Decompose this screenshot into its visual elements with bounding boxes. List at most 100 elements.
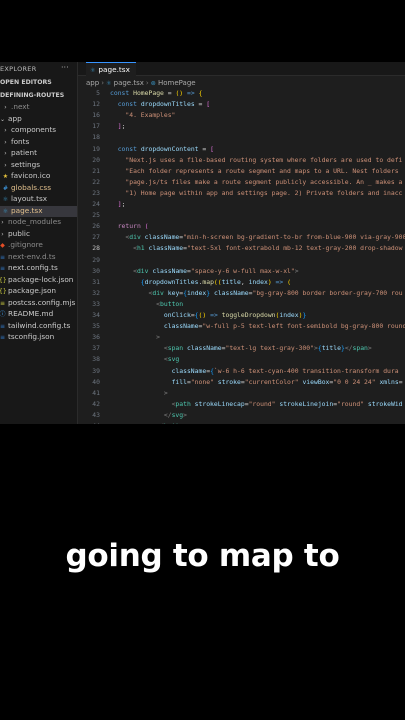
code-line[interactable]: className="w-full p-5 text-left font-sem…	[110, 322, 405, 330]
file-tree-label: components	[11, 125, 57, 134]
line-number: 29	[92, 255, 100, 264]
file-tree-item[interactable]: › .next	[2, 102, 29, 113]
file-tree-item[interactable]: ★ favicon.ico	[2, 171, 51, 182]
file-tree-item[interactable]: › components	[2, 125, 56, 136]
code-line[interactable]: return (	[110, 222, 149, 230]
open-editors-section[interactable]: OPEN EDITORS	[0, 79, 52, 86]
code-line[interactable]: const dropdownContent = [	[110, 145, 214, 153]
code-line[interactable]: <span className="text-lg text-gray-300">…	[110, 344, 372, 352]
code-line[interactable]: const dropdownTitles = [	[110, 100, 210, 108]
code-line[interactable]: <div className="space-y-6 w-full max-w-x…	[110, 267, 299, 275]
file-tree-label: README.md	[8, 309, 54, 318]
file-tree-item[interactable]: › fonts	[2, 137, 29, 148]
file-tree-item[interactable]: ≡ postcss.config.mjs	[0, 298, 75, 309]
code-line[interactable]: <button	[110, 300, 183, 308]
file-tree-label: node_modules	[8, 217, 62, 226]
file-tree-label: next.config.ts	[8, 263, 58, 272]
file-tree-item[interactable]: ⚛ page.tsx	[2, 206, 43, 217]
line-number: 25	[92, 211, 100, 220]
line-number: 5	[96, 89, 100, 97]
code-line[interactable]: </svg>	[110, 411, 187, 419]
line-number: 34	[92, 311, 100, 319]
tab-page-tsx[interactable]: ⚛ page.tsx	[86, 62, 136, 76]
code-line[interactable]: const HomePage = () => {	[110, 89, 202, 97]
line-number: 44	[78, 422, 100, 424]
file-tree-item[interactable]: {}package.json	[0, 286, 56, 297]
file-tree-label: settings	[11, 159, 41, 169]
breadcrumb-file[interactable]: page.tsx	[114, 79, 144, 87]
line-number: 20	[92, 155, 100, 164]
file-tree-item[interactable]: ≡ next-env.d.ts	[0, 252, 56, 263]
line-number: 26	[92, 222, 100, 231]
code-line[interactable]: "4. Examples"	[110, 111, 175, 119]
code-line[interactable]: <div className="min-h-screen bg-gradient…	[110, 233, 405, 241]
breadcrumb-symbol[interactable]: HomePage	[158, 79, 196, 87]
more-actions-icon[interactable]: ···	[61, 63, 69, 72]
file-tree-item[interactable]: ≡ tsconfig.json	[0, 332, 54, 343]
code-line[interactable]: ];	[110, 122, 126, 130]
file-tree-item[interactable]: › patient	[2, 148, 37, 159]
chevron-right-icon: ›	[101, 79, 104, 87]
project-folder-section[interactable]: DEFINING-ROUTES	[0, 92, 64, 99]
ts-icon: ≡	[0, 334, 6, 341]
code-editor-window: EXPLORER ··· OPEN EDITORS DEFINING-ROUTE…	[0, 62, 405, 424]
code-line[interactable]: "Next.js uses a file-based routing syste…	[110, 156, 402, 164]
code-line[interactable]: </button>	[110, 422, 191, 424]
file-tree-item[interactable]: › public	[0, 229, 30, 240]
file-tree-item[interactable]: ≡ tailwind.config.ts	[0, 321, 70, 332]
code-line[interactable]: >	[110, 389, 168, 397]
folder-icon: ›	[1, 219, 4, 226]
line-number: 33	[92, 299, 100, 308]
line-number: 35	[92, 322, 100, 331]
code-line[interactable]: >	[110, 333, 160, 341]
line-number: 39	[92, 366, 100, 375]
file-tree-item[interactable]: ⚛ layout.tsx	[2, 194, 47, 205]
code-line[interactable]: <div key={index} className="bg-gray-800 …	[110, 289, 402, 297]
file-tree-label: next-env.d.ts	[8, 251, 56, 261]
code-line[interactable]: {dropdownTitles.map((title, index) => (	[110, 278, 291, 286]
file-tree-label: app	[8, 113, 22, 123]
code-line[interactable]: fill="none" stroke="currentColor" viewBo…	[110, 378, 403, 386]
line-number: 36	[92, 333, 100, 342]
line-number: 19	[92, 144, 100, 153]
file-tree-item[interactable]: {}package-lock.json	[0, 275, 73, 286]
folder-icon: ›	[4, 161, 7, 169]
file-tree-item[interactable]: › node_modules	[0, 217, 61, 228]
line-number: 23	[92, 188, 100, 197]
file-tree-item[interactable]: › settings	[2, 160, 40, 171]
code-line[interactable]: className={`w-6 h-6 text-cyan-400 transi…	[110, 367, 399, 375]
file-tree-label: postcss.config.mjs	[8, 297, 76, 307]
chevron-right-icon: ›	[145, 79, 149, 87]
react-icon: ⚛	[106, 80, 112, 87]
json-icon: {}	[0, 276, 7, 284]
line-number: 43	[92, 410, 100, 419]
file-tree-item[interactable]: ◆ .gitignore	[0, 240, 43, 251]
explorer-title: EXPLORER	[0, 65, 37, 73]
code-line[interactable]: onClick={() => toggleDropdown(index)}	[110, 311, 306, 319]
ts-icon: ≡	[0, 253, 6, 261]
code-area[interactable]: 5 const HomePage = () => {12 const dropdo…	[78, 89, 405, 424]
star-icon: ★	[2, 173, 9, 180]
folder-icon: ›	[4, 127, 7, 134]
breadcrumb-app[interactable]: app	[86, 79, 99, 87]
file-tree-item[interactable]: ⓘ README.md	[0, 309, 53, 320]
file-tree-item[interactable]: ≡ next.config.ts	[0, 263, 58, 274]
folder-icon: ›	[4, 138, 7, 146]
code-line[interactable]: <svg	[110, 355, 179, 363]
file-tree-label: fonts	[11, 136, 30, 146]
code-line[interactable]: ];	[110, 200, 126, 208]
ts-icon: ≡	[0, 322, 6, 330]
line-number: 16	[92, 111, 100, 120]
code-line[interactable]: <h1 className="text-5xl font-extrabold m…	[110, 244, 402, 252]
react-icon: ⚛	[90, 67, 96, 74]
code-line[interactable]: "1) Home page within app and settings pa…	[110, 189, 402, 197]
code-line[interactable]: "Each folder represents a route segment …	[110, 167, 398, 175]
code-line[interactable]: "page.js/ts files make a route segment p…	[110, 178, 402, 186]
file-tree-item[interactable]: ⌄ app	[0, 114, 22, 125]
code-line[interactable]: <path strokeLinecap="round" strokeLinejo…	[110, 400, 403, 408]
hash-icon: #	[2, 184, 9, 192]
file-tree-item[interactable]: # globals.css	[2, 183, 51, 194]
ts-icon: ≡	[0, 265, 6, 272]
line-number: 22	[92, 177, 100, 186]
file-tree-label: .gitignore	[8, 240, 43, 249]
